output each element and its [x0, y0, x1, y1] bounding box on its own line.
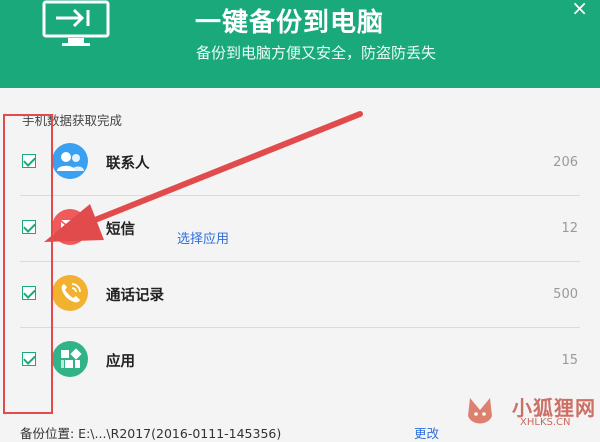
computer-monitor-icon: [42, 0, 110, 46]
call-log-label: 通话记录: [106, 288, 164, 304]
apps-label: 应用: [106, 354, 135, 370]
page-title: 一键备份到电脑: [195, 8, 385, 38]
apps-count: 15: [561, 353, 578, 368]
page-subtitle: 备份到电脑方便又安全，防盗防丢失: [196, 44, 437, 62]
change-location-button[interactable]: 更改: [414, 423, 439, 442]
annotation-arrow-icon: [44, 111, 363, 242]
backup-location-label: 备份位置: E:\...\R2017(2016-0111-145356): [20, 426, 282, 441]
sms-count: 12: [561, 221, 578, 236]
list-item-apps[interactable]: 应用 15: [0, 328, 600, 394]
apps-icon: [52, 341, 88, 377]
close-button[interactable]: ×: [571, 0, 588, 20]
call-log-count: 500: [553, 287, 578, 302]
contacts-count: 206: [553, 155, 578, 170]
header-banner: 一键备份到电脑 备份到电脑方便又安全，防盗防丢失 ×: [0, 0, 600, 88]
list-item-call-log[interactable]: 通话记录 500: [0, 262, 600, 328]
watermark-subtext: XHLKS.CN: [520, 417, 571, 428]
call-log-icon: [52, 275, 88, 311]
